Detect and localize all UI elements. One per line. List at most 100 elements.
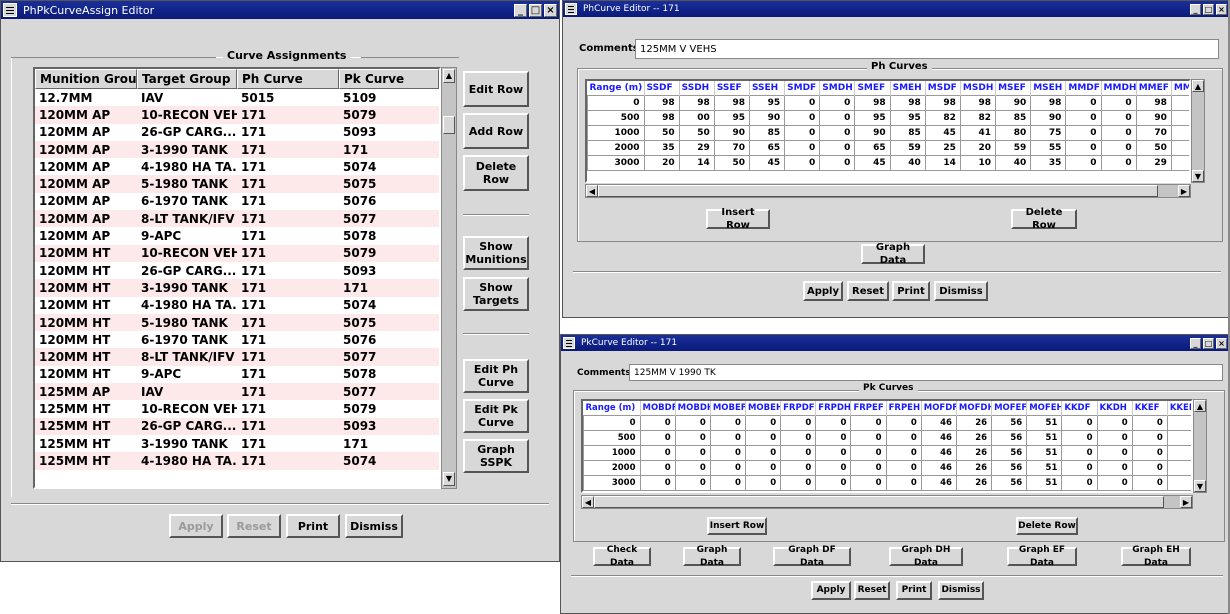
value-cell[interactable]: 0 (674, 430, 711, 446)
value-cell[interactable]: 0 (819, 155, 856, 171)
value-cell[interactable]: 14 (678, 155, 715, 171)
value-cell[interactable]: 14 (924, 155, 961, 171)
value-cell[interactable]: 85 (748, 125, 786, 141)
scroll-up-arrow-icon[interactable]: ▲ (1194, 400, 1206, 412)
value-cell[interactable]: 85 (995, 110, 1032, 126)
pk-horizontal-scrollbar[interactable]: ◀ ▶ (581, 495, 1193, 509)
value-cell[interactable]: 98 (889, 95, 926, 111)
pk-titlebar[interactable]: PkCurve Editor -- 171 _ □ × (561, 335, 1229, 351)
value-cell[interactable]: 26 (955, 475, 993, 491)
value-cell[interactable]: 0 (744, 460, 782, 476)
table-row[interactable]: 120MM AP 3-1990 TANK 171 171 (35, 140, 439, 159)
value-cell[interactable]: 98 (924, 95, 961, 111)
table-row[interactable]: 120MM HT 6-1970 TANK 171 5076 (35, 331, 439, 348)
value-cell[interactable]: 0 (1166, 475, 1191, 491)
ph-comments-field[interactable]: 125MM V VEHS (635, 39, 1219, 59)
value-cell[interactable]: 20 (1170, 155, 1189, 171)
table-row[interactable]: 30002014504500454014104035002920 (587, 155, 1189, 171)
value-cell[interactable]: 25 (924, 140, 961, 156)
value-cell[interactable]: 95 (748, 95, 786, 111)
pk-comments-field[interactable]: 125MM V 1990 TK (629, 364, 1223, 381)
graph-data-button[interactable]: Graph Data (683, 545, 741, 568)
value-cell[interactable]: 59 (1170, 125, 1189, 141)
maximize-icon[interactable]: □ (1203, 3, 1214, 15)
value-cell[interactable]: 0 (1166, 460, 1191, 476)
graph-df-data-button[interactable]: Graph DF Data (773, 545, 851, 568)
graph-dh-data-button[interactable]: Graph DH Data (889, 545, 963, 568)
value-cell[interactable]: 0 (744, 430, 782, 446)
edit-ph-curve-button[interactable]: Edit Ph Curve (463, 359, 529, 393)
close-icon[interactable]: × (1216, 337, 1227, 349)
value-cell[interactable]: 80 (995, 125, 1032, 141)
value-cell[interactable]: 48 (1170, 140, 1189, 156)
ph-delete-row-button[interactable]: Delete Row (1011, 207, 1077, 231)
value-cell[interactable]: 10 (959, 155, 997, 171)
table-row[interactable]: 300000000000462656510000 (583, 475, 1191, 491)
value-cell[interactable]: 90 (748, 110, 786, 126)
assignments-list[interactable]: Munition Group Target Group Ph Curve Pk … (33, 67, 441, 489)
value-cell[interactable]: 35 (1030, 155, 1067, 171)
value-cell[interactable]: 0 (709, 445, 746, 461)
table-row[interactable]: 125MM HT 3-1990 TANK 171 171 (35, 435, 439, 452)
scroll-up-arrow-icon[interactable]: ▲ (443, 69, 455, 83)
value-cell[interactable]: 0 (674, 445, 711, 461)
table-row[interactable]: 125MM AP IAV 171 5077 (35, 383, 439, 401)
table-row[interactable]: 10005050908500908545418075007059 (587, 125, 1189, 141)
value-cell[interactable]: 50 (1135, 140, 1172, 156)
value-cell[interactable]: 50 (643, 125, 680, 141)
value-cell[interactable]: 0 (1061, 460, 1098, 476)
value-cell[interactable]: 0 (784, 95, 821, 111)
scroll-left-arrow-icon[interactable]: ◀ (582, 496, 594, 508)
table-row[interactable]: 120MM AP 6-1970 TANK 171 5076 (35, 193, 439, 210)
print-button[interactable]: Print (286, 514, 340, 538)
range-cell[interactable]: 1000 (587, 125, 645, 141)
value-cell[interactable]: 82 (924, 110, 961, 126)
ph-horizontal-scrollbar[interactable]: ◀ ▶ (585, 184, 1191, 198)
value-cell[interactable]: 0 (639, 430, 676, 446)
value-cell[interactable]: 20 (959, 140, 997, 156)
value-cell[interactable]: 45 (748, 155, 786, 171)
table-row[interactable]: 09898989500989898989098009889 (587, 95, 1189, 111)
value-cell[interactable]: 0 (1100, 110, 1137, 126)
range-cell[interactable]: 1000 (583, 445, 641, 461)
value-cell[interactable]: 90 (713, 125, 750, 141)
value-cell[interactable]: 45 (924, 125, 961, 141)
table-row[interactable]: 120MM AP 9-APC 171 5078 (35, 227, 439, 244)
value-cell[interactable]: 0 (1096, 475, 1133, 491)
edit-pk-curve-button[interactable]: Edit Pk Curve (463, 399, 529, 433)
value-cell[interactable]: 98 (713, 95, 750, 111)
value-cell[interactable]: 51 (1026, 475, 1063, 491)
value-cell[interactable]: 95 (889, 110, 926, 126)
table-row[interactable]: 120MM HT 4-1980 HA TA... 171 5074 (35, 297, 439, 314)
value-cell[interactable]: 0 (819, 140, 856, 156)
range-cell[interactable]: 2000 (587, 140, 645, 156)
edit-row-button[interactable]: Edit Row (463, 71, 529, 107)
pk-print-button[interactable]: Print (896, 581, 932, 600)
value-cell[interactable]: 0 (709, 460, 746, 476)
value-cell[interactable]: 0 (850, 430, 887, 446)
ph-curves-table[interactable]: Range (m) SSDF SSDH SSEF SSEH SMDF SMDH SMEF SME… (587, 81, 1189, 171)
value-cell[interactable]: 0 (780, 445, 817, 461)
value-cell[interactable]: 0 (815, 415, 852, 431)
ph-curves-grid[interactable]: Range (m) SSDF SSDH SSEF SSEH SMDF SMDH SMEF SME… (585, 79, 1191, 183)
value-cell[interactable]: 0 (1166, 415, 1191, 431)
scroll-down-arrow-icon[interactable]: ▼ (1192, 170, 1204, 182)
pk-apply-button[interactable]: Apply (811, 581, 851, 600)
scroll-down-arrow-icon[interactable]: ▼ (443, 472, 455, 486)
graph-eh-data-button[interactable]: Graph EH Data (1121, 545, 1191, 568)
value-cell[interactable]: 0 (1065, 110, 1102, 126)
value-cell[interactable]: 29 (678, 140, 715, 156)
table-row[interactable]: 125MM HT 26-GP CARG... 171 5093 (35, 417, 439, 435)
value-cell[interactable]: 40 (995, 155, 1032, 171)
value-cell[interactable]: 26 (955, 430, 993, 446)
range-cell[interactable]: 2000 (583, 460, 641, 476)
value-cell[interactable]: 46 (920, 415, 957, 431)
pk-curves-grid[interactable]: Range (m)MOBDFMOBDHMOBEFMOBEHFRPDFFRPDHF… (581, 399, 1193, 493)
value-cell[interactable]: 0 (1131, 460, 1168, 476)
value-cell[interactable]: 75 (1030, 125, 1067, 141)
table-row[interactable]: 120MM HT 3-1990 TANK 171 171 (35, 279, 439, 297)
value-cell[interactable]: 0 (850, 475, 887, 491)
value-cell[interactable]: 98 (854, 95, 891, 111)
value-cell[interactable]: 0 (1131, 445, 1168, 461)
scroll-right-arrow-icon[interactable]: ▶ (1180, 496, 1192, 508)
